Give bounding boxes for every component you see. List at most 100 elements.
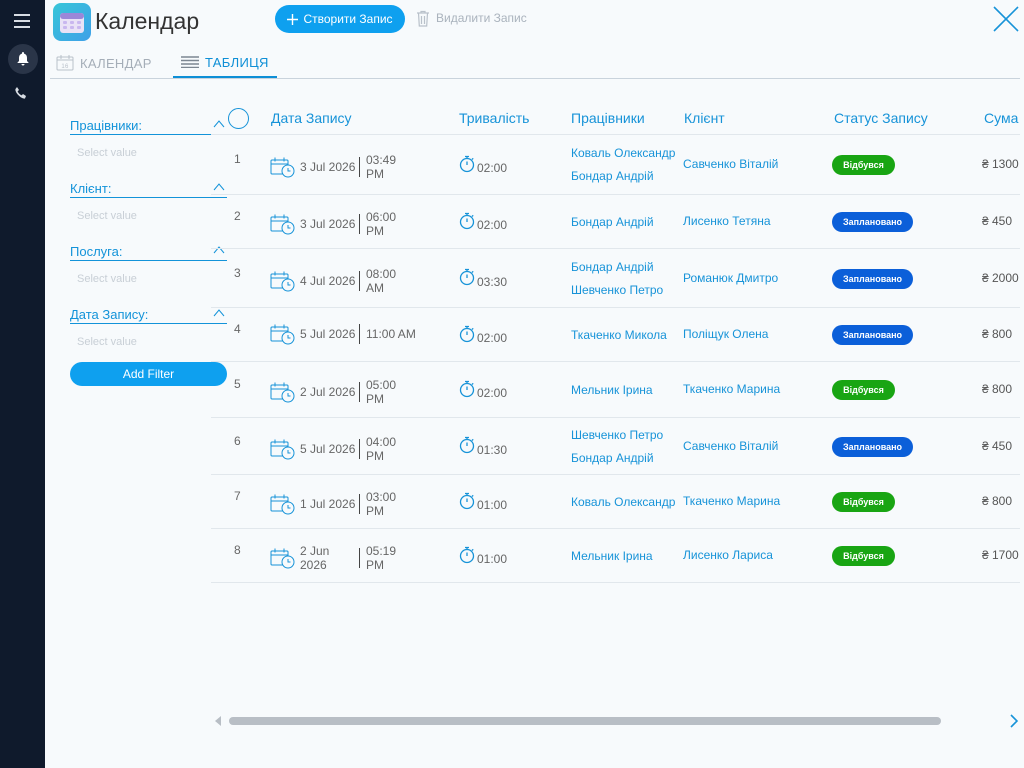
scroll-left-arrow-icon[interactable] bbox=[215, 716, 221, 726]
appointment-sum: ₴ 2000 bbox=[982, 270, 1019, 285]
table-icon bbox=[181, 56, 199, 68]
client-link[interactable]: Савченко Віталій bbox=[683, 157, 778, 171]
divider bbox=[359, 438, 360, 459]
appointment-time: 03:49 PM bbox=[366, 153, 397, 181]
table-row[interactable]: 6 5 Jul 2026 04:00 PM 01:30 Шевченко Петро Бо… bbox=[211, 418, 1020, 475]
appointment-duration: 01:00 bbox=[459, 543, 507, 566]
filter-client-label: Клієнт: bbox=[70, 181, 112, 196]
tab-calendar[interactable]: 16 КАЛЕНДАР bbox=[56, 48, 152, 78]
divider bbox=[359, 270, 360, 291]
workers-list: Мельник Ірина bbox=[571, 545, 653, 568]
appointment-datetime[interactable]: 2 Jul 2026 05:00 PM bbox=[270, 378, 416, 406]
row-number: 4 bbox=[234, 322, 241, 336]
appointment-datetime[interactable]: 3 Jul 2026 03:49 PM bbox=[270, 153, 416, 181]
worker-link[interactable]: Мельник Ірина bbox=[571, 545, 653, 568]
appointment-date: 5 Jul 2026 bbox=[300, 327, 356, 341]
table-row[interactable]: 5 2 Jul 2026 05:00 PM 02:00 Мельник Ірина Тка… bbox=[211, 362, 1020, 418]
appointment-datetime[interactable]: 5 Jul 2026 11:00 AM bbox=[270, 323, 416, 345]
table-row[interactable]: 4 5 Jul 2026 11:00 AM 02:00 Ткаченко Микола П… bbox=[211, 308, 1020, 362]
workers-list: Коваль Олександр bbox=[571, 491, 675, 514]
appointment-datetime[interactable]: 1 Jul 2026 03:00 PM bbox=[270, 490, 416, 518]
appointment-sum: ₴ 450 bbox=[982, 214, 1013, 228]
appointment-datetime[interactable]: 5 Jul 2026 04:00 PM bbox=[270, 435, 416, 463]
worker-link[interactable]: Ткаченко Микола bbox=[571, 324, 667, 347]
status-badge: Відбувся bbox=[832, 380, 895, 400]
appointment-sum: ₴ 800 bbox=[982, 382, 1013, 396]
appointment-date: 2 Jul 2026 bbox=[300, 385, 356, 399]
table-row[interactable]: 8 2 Jun 2026 05:19 PM 01:00 Мельник Ірина Лис… bbox=[211, 529, 1020, 583]
close-icon[interactable] bbox=[992, 5, 1020, 33]
divider bbox=[359, 324, 360, 344]
client-link[interactable]: Лисенко Тетяна bbox=[683, 214, 771, 228]
table-row[interactable]: 1 3 Jul 2026 03:49 PM 02:00 Коваль Олександр… bbox=[211, 135, 1020, 195]
timer-icon bbox=[459, 268, 475, 286]
table-row[interactable]: 3 4 Jul 2026 08:00 AM 03:30 Бондар Андрій Шев… bbox=[211, 249, 1020, 308]
row-number: 5 bbox=[234, 377, 241, 391]
column-header-date[interactable]: Дата Запису bbox=[271, 110, 352, 126]
client-link[interactable]: Ткаченко Марина bbox=[683, 382, 780, 396]
horizontal-scrollbar[interactable] bbox=[212, 712, 1020, 730]
plus-icon bbox=[287, 13, 299, 25]
calendar-clock-icon bbox=[270, 214, 295, 235]
column-header-sum[interactable]: Сума bbox=[984, 110, 1018, 126]
timer-icon bbox=[459, 155, 475, 172]
divider bbox=[359, 494, 360, 514]
worker-link[interactable]: Бондар Андрій bbox=[571, 211, 654, 234]
client-link[interactable]: Савченко Віталій bbox=[683, 439, 778, 453]
column-header-workers[interactable]: Працівники bbox=[571, 110, 645, 126]
client-link[interactable]: Лисенко Лариса bbox=[683, 548, 773, 562]
appointment-datetime[interactable]: 4 Jul 2026 08:00 AM bbox=[270, 267, 416, 295]
create-appointment-button[interactable]: Створити Запис bbox=[275, 5, 405, 33]
client-link[interactable]: Романюк Дмитро bbox=[683, 271, 778, 285]
filter-date: Дата Запису: Select value bbox=[70, 305, 227, 368]
calendar-clock-icon bbox=[270, 157, 295, 178]
appointment-datetime[interactable]: 2 Jun 2026 05:19 PM bbox=[270, 544, 416, 572]
table-row[interactable]: 2 3 Jul 2026 06:00 PM 02:00 Бондар Андрій Лис… bbox=[211, 195, 1020, 249]
appointment-date: 3 Jul 2026 bbox=[300, 160, 356, 174]
filter-service-header[interactable]: Послуга: bbox=[70, 242, 227, 261]
select-all-checkbox[interactable] bbox=[228, 108, 249, 129]
column-header-client[interactable]: Клієнт bbox=[684, 110, 725, 126]
appointment-datetime[interactable]: 3 Jul 2026 06:00 PM bbox=[270, 210, 416, 238]
table-row[interactable]: 7 1 Jul 2026 03:00 PM 01:00 Коваль Олександр… bbox=[211, 475, 1020, 529]
scrollbar-thumb[interactable] bbox=[229, 717, 941, 725]
bell-icon[interactable] bbox=[8, 44, 38, 74]
filter-workers-input[interactable]: Select value bbox=[70, 135, 227, 169]
timer-icon bbox=[459, 212, 475, 229]
workers-list: Ткаченко Микола bbox=[571, 324, 667, 347]
phone-icon[interactable] bbox=[14, 86, 30, 102]
status-badge: Відбувся bbox=[832, 492, 895, 512]
client-link[interactable]: Ткаченко Марина bbox=[683, 494, 780, 508]
appointment-time: 03:00 PM bbox=[366, 490, 397, 518]
client-link[interactable]: Поліщук Олена bbox=[683, 327, 768, 341]
filter-client-header[interactable]: Клієнт: bbox=[70, 179, 227, 198]
worker-link[interactable]: Бондар Андрій bbox=[571, 447, 663, 470]
appointment-sum: ₴ 450 bbox=[982, 438, 1013, 453]
tab-table-label: ТАБЛИЦЯ bbox=[205, 54, 269, 70]
worker-link[interactable]: Коваль Олександр bbox=[571, 142, 675, 165]
tab-table[interactable]: ТАБЛИЦЯ bbox=[173, 48, 277, 78]
worker-link[interactable]: Шевченко Петро bbox=[571, 424, 663, 447]
column-header-duration[interactable]: Тривалість bbox=[459, 110, 529, 126]
worker-link[interactable]: Бондар Андрій bbox=[571, 165, 675, 188]
column-header-status[interactable]: Статус Запису bbox=[834, 110, 928, 126]
worker-link[interactable]: Бондар Андрій bbox=[571, 256, 663, 279]
status-badge: Заплановано bbox=[832, 325, 913, 345]
row-number: 7 bbox=[234, 489, 241, 503]
hamburger-menu-icon[interactable] bbox=[14, 14, 30, 28]
timer-icon bbox=[459, 325, 475, 342]
filter-workers-label: Працівники: bbox=[70, 118, 143, 133]
filter-workers-header[interactable]: Працівники: bbox=[70, 116, 227, 135]
scroll-right-chevron-icon[interactable] bbox=[1008, 714, 1020, 728]
filter-date-header[interactable]: Дата Запису: bbox=[70, 305, 227, 324]
filter-client-input[interactable]: Select value bbox=[70, 198, 227, 232]
worker-link[interactable]: Шевченко Петро bbox=[571, 279, 663, 302]
worker-link[interactable]: Мельник Ірина bbox=[571, 379, 653, 402]
divider bbox=[359, 157, 360, 177]
filter-date-input[interactable]: Select value bbox=[70, 324, 227, 358]
delete-appointment-button[interactable]: Видалити Запис bbox=[416, 8, 527, 28]
filter-service-input[interactable]: Select value bbox=[70, 261, 227, 295]
filter-date-label: Дата Запису: bbox=[70, 307, 149, 322]
worker-link[interactable]: Коваль Олександр bbox=[571, 491, 675, 514]
filter-client: Клієнт: Select value bbox=[70, 179, 227, 242]
